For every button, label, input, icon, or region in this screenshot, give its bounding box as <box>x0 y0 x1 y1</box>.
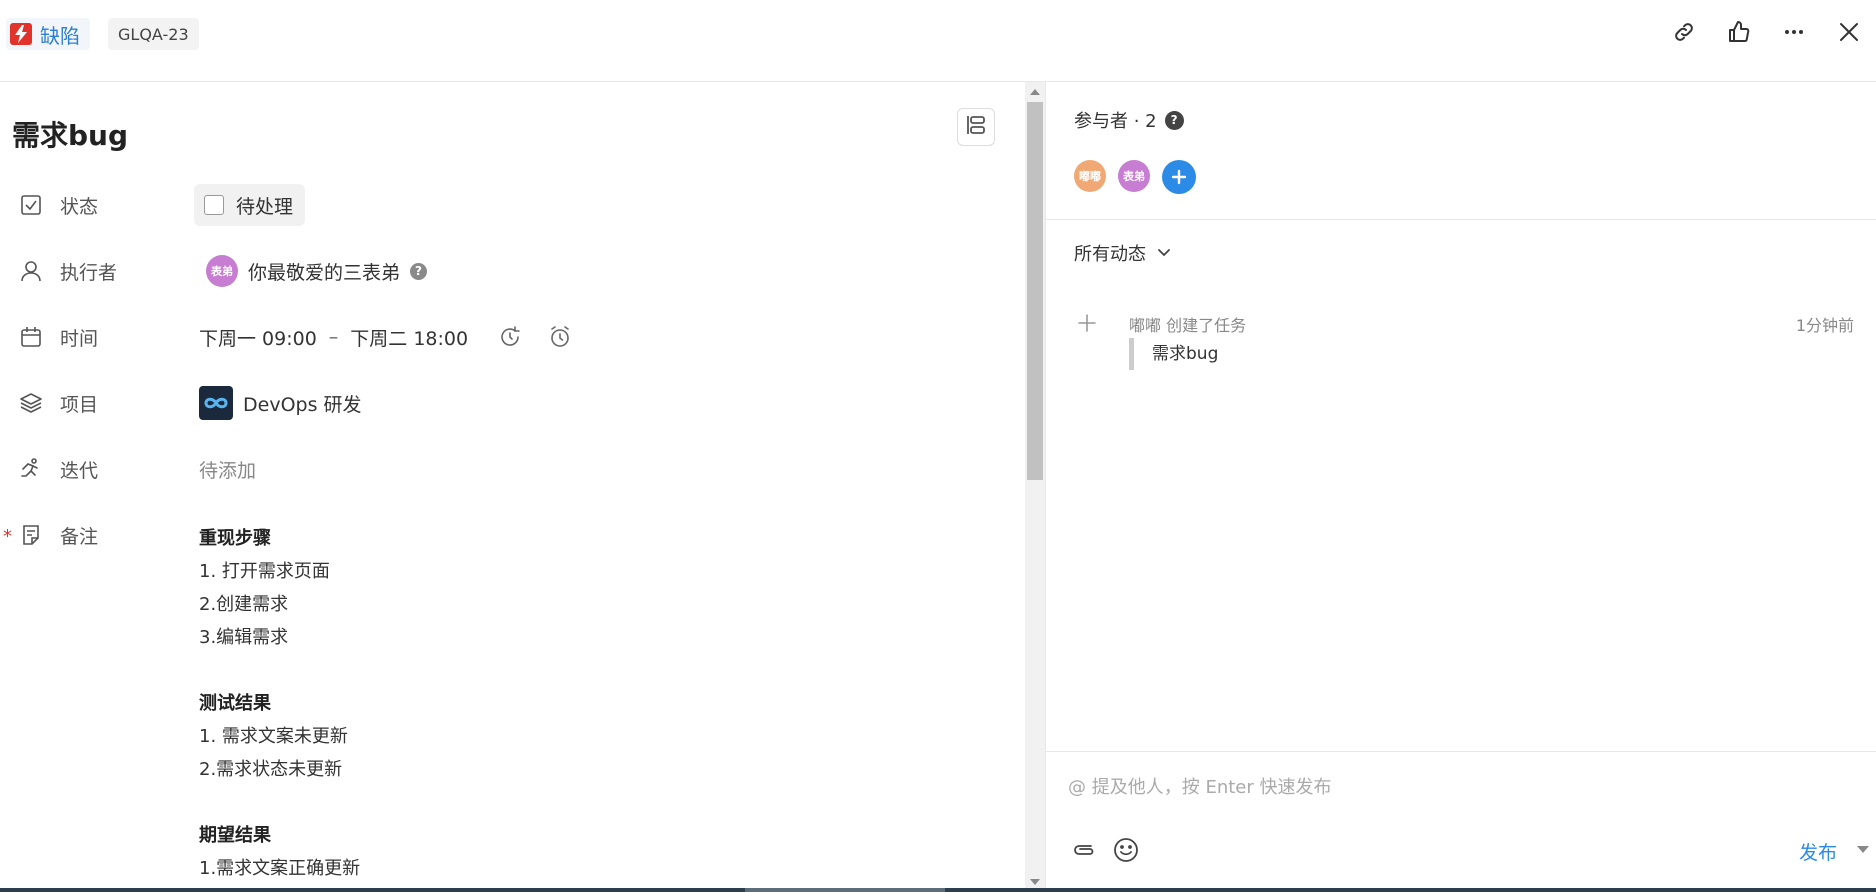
close-icon <box>1838 21 1860 47</box>
time-separator: – <box>328 326 339 348</box>
status-field: 待处理 <box>194 183 306 227</box>
activity-time: 1分钟前 <box>1795 316 1854 335</box>
note-icon <box>18 524 44 546</box>
time-label: 时间 <box>18 315 98 359</box>
plus-icon <box>1076 312 1098 334</box>
start-time[interactable]: 下周一 09:00 <box>199 324 317 351</box>
project-field[interactable]: DevOps 研发 <box>199 381 362 425</box>
activity-filter-label: 所有动态 <box>1074 244 1146 265</box>
status-checkbox[interactable] <box>204 195 224 215</box>
link-icon <box>1672 20 1696 48</box>
avatar[interactable]: 表弟 <box>1118 160 1150 192</box>
activity-quote: 需求bug <box>1129 338 1218 370</box>
status-value: 待处理 <box>236 195 294 218</box>
publish-button[interactable]: 发布 <box>1799 838 1837 865</box>
notes-line: 1. 需求文案未更新 <box>199 726 348 747</box>
layout-toggle-button[interactable] <box>957 108 995 146</box>
taskbar-strip <box>0 888 1876 892</box>
participants-list: 嘟嘟 表弟 <box>1074 160 1196 194</box>
notes-line: 3.编辑需求 <box>199 627 289 648</box>
notes-line: 2.需求状态未更新 <box>199 759 343 780</box>
scrollbar[interactable] <box>1025 82 1045 892</box>
project-logo <box>199 386 233 420</box>
end-time[interactable]: 下周二 18:00 <box>350 324 468 351</box>
more-dots-icon <box>1782 20 1806 48</box>
attachment-icon[interactable] <box>1068 834 1100 866</box>
project-name: DevOps 研发 <box>243 393 362 416</box>
help-icon[interactable]: ? <box>410 262 428 280</box>
status-selector[interactable]: 待处理 <box>194 184 306 226</box>
notes-heading: 期望结果 <box>199 825 271 846</box>
activity-panel: 参与者 · 2 ? 嘟嘟 表弟 所有动态 嘟嘟 创建了任务 1分钟前 需求bug <box>1045 82 1876 892</box>
activity-filter-dropdown[interactable]: 所有动态 <box>1074 240 1172 266</box>
more-button[interactable] <box>1766 18 1821 50</box>
sprint-icon <box>18 457 44 481</box>
assignee-name: 你最敬爱的三表弟 <box>248 261 401 284</box>
scroll-down-arrow[interactable] <box>1030 879 1040 885</box>
close-button[interactable] <box>1821 18 1876 50</box>
assignee-label: 执行者 <box>18 249 117 293</box>
chevron-down-icon <box>1146 245 1172 261</box>
comment-input[interactable] <box>1068 772 1848 802</box>
avatar: 表弟 <box>206 255 238 287</box>
emoji-icon[interactable] <box>1110 834 1142 866</box>
notes-heading: 测试结果 <box>199 693 271 714</box>
top-bar: 缺陷 GLQA-23 <box>0 0 1876 82</box>
task-title[interactable]: 需求bug <box>12 114 128 154</box>
calendar-icon <box>18 326 44 348</box>
scroll-up-arrow[interactable] <box>1030 89 1040 95</box>
activity-text: 嘟嘟 创建了任务 <box>1129 316 1247 335</box>
time-field: 下周一 09:00 – 下周二 18:00 <box>199 315 572 359</box>
layout-icon <box>964 113 988 141</box>
notes-label: 备注 <box>18 513 98 557</box>
iteration-field[interactable]: 待添加 <box>199 447 256 491</box>
layers-icon <box>18 391 44 415</box>
thumbs-up-icon <box>1727 20 1751 48</box>
plus-icon <box>1171 169 1187 185</box>
lightning-icon <box>10 23 32 45</box>
task-type-badge[interactable]: 缺陷 <box>6 18 90 50</box>
notes-line: 1.需求文案正确更新 <box>199 858 361 879</box>
add-participant-button[interactable] <box>1162 160 1196 194</box>
required-mark: * <box>3 526 12 547</box>
repeat-icon[interactable] <box>498 325 522 349</box>
participants-header: 参与者 · 2 ? <box>1074 107 1184 133</box>
task-type-label: 缺陷 <box>40 23 80 48</box>
notes-line: 1. 打开需求页面 <box>199 561 330 582</box>
taskbar-active-segment <box>745 888 945 892</box>
participants-label: 参与者 · 2 <box>1074 111 1157 132</box>
like-button[interactable] <box>1711 18 1766 50</box>
avatar[interactable]: 嘟嘟 <box>1074 160 1106 192</box>
status-label: 状态 <box>18 183 98 227</box>
project-label: 项目 <box>18 381 98 425</box>
comment-box: 发布 <box>1046 751 1876 892</box>
assignee-field[interactable]: 表弟 你最敬爱的三表弟 ? <box>199 249 428 293</box>
scrollbar-thumb[interactable] <box>1027 102 1043 480</box>
publish-options-caret[interactable] <box>1857 846 1869 853</box>
iteration-label: 迭代 <box>18 447 98 491</box>
task-detail-panel: 需求bug 状态 待处理 执行者 表弟 你最敬爱的三表弟 ? 时间 下周一 09… <box>0 82 1025 892</box>
notes-content[interactable]: 重现步骤 1. 打开需求页面 2.创建需求 3.编辑需求 测试结果 1. 需求文… <box>199 522 959 885</box>
task-id[interactable]: GLQA-23 <box>108 18 199 50</box>
help-icon[interactable]: ? <box>1164 110 1184 130</box>
divider <box>1046 219 1876 220</box>
alarm-icon[interactable] <box>548 325 572 349</box>
checkbox-icon <box>18 194 44 216</box>
notes-line: 2.创建需求 <box>199 594 289 615</box>
person-icon <box>18 259 44 283</box>
copy-link-button[interactable] <box>1656 18 1711 50</box>
notes-heading: 重现步骤 <box>199 528 271 549</box>
